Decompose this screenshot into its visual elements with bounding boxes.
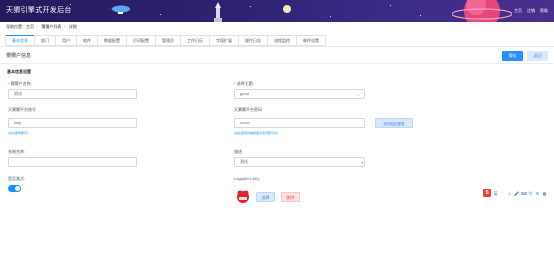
account-label: 天猬猬平台账号	[8, 107, 36, 112]
breadcrumb-separator: ›	[64, 24, 66, 29]
password-label: 天猬猬平台密码	[234, 107, 262, 112]
punctuation-icon[interactable]: ʼ	[500, 191, 505, 196]
test-login-button[interactable]: 测试验证登录	[375, 118, 413, 128]
settings-icon[interactable]: ⚙	[535, 191, 540, 196]
password-input[interactable]: •••••••	[234, 118, 365, 128]
tenant-name-label-text: 猬猬户名称:	[10, 81, 32, 86]
tab-department[interactable]: 部门	[34, 35, 55, 46]
breadcrumb-current: 详细	[68, 24, 77, 29]
system-name-label: 系统名称:	[8, 149, 26, 154]
enabled-label: 是否激活:	[8, 176, 26, 181]
tab-work-calendar[interactable]: 工作日历	[180, 35, 209, 46]
tab-field-extension[interactable]: 字段扩展	[209, 35, 238, 46]
description-label: 描述:	[234, 149, 244, 154]
ime-toolbar: S 英 ʼ ☺ 🎤 ⌨ 👕 ⚙ ▦	[483, 189, 547, 197]
breadcrumb-home[interactable]: 导航位置：主页	[6, 24, 34, 30]
tab-bar: 基本信息 部门 用户 软件 数据配置 打印配置 管理员 工作日历 字段扩展 操作…	[5, 35, 326, 46]
description-textarea[interactable]: 测试 ◢	[234, 157, 365, 167]
toolbox-icon[interactable]: ▦	[542, 191, 547, 196]
microphone-icon[interactable]: 🎤	[514, 191, 519, 196]
language-toggle-icon[interactable]: 英	[493, 191, 498, 196]
page-title: 猬猬户信息	[6, 53, 32, 59]
breadcrumb-tenant-list[interactable]: 猬猬户列表	[41, 24, 61, 30]
tower-icon	[214, 2, 222, 22]
account-input[interactable]: csty	[8, 118, 137, 128]
delete-logo-button[interactable]: 删除	[281, 192, 300, 202]
star-decoration	[330, 16, 331, 17]
description-value: 测试	[240, 159, 248, 164]
logo-image	[237, 190, 249, 203]
airship-icon	[110, 5, 130, 14]
top-nav-logout[interactable]: 注销	[527, 8, 535, 14]
enabled-toggle[interactable]	[8, 185, 21, 192]
chevron-down-icon: ⌄	[356, 92, 360, 97]
tab-mail-settings[interactable]: 邮件设置	[296, 35, 326, 46]
password-hint: (请在密码列编辑里实现天猬平台)	[234, 131, 278, 135]
keyboard-icon[interactable]: ⌨	[521, 191, 527, 196]
tab-data-config[interactable]: 数据配置	[97, 35, 126, 46]
account-hint: (关注账号即可)	[8, 131, 28, 135]
theme-label-text: 选择主题:	[236, 81, 254, 86]
resize-handle-icon[interactable]: ◢	[361, 158, 363, 166]
top-header: 天猬引擎式开发后台 主页 注销 帮助	[0, 0, 554, 22]
tab-basic-info[interactable]: 基本信息	[5, 35, 34, 46]
top-nav: 主页 注销 帮助	[514, 8, 548, 14]
tab-divider	[0, 46, 554, 47]
star-decoration	[250, 6, 251, 7]
theme-select[interactable]: good ⌄	[234, 89, 365, 99]
tab-users[interactable]: 用户	[55, 35, 76, 46]
sogou-logo-icon[interactable]: S	[483, 189, 491, 197]
save-button[interactable]: 保存	[502, 51, 523, 61]
top-nav-help[interactable]: 帮助	[540, 8, 548, 14]
planet-illustration	[452, 0, 512, 22]
divider	[0, 63, 554, 64]
section-title: 基本信息设置	[7, 69, 31, 74]
tab-admins[interactable]: 管理员	[155, 35, 180, 46]
tenant-name-input[interactable]: 测试	[8, 89, 137, 99]
emoji-icon[interactable]: ☺	[507, 191, 512, 196]
back-button[interactable]: 返回	[527, 51, 548, 61]
star-decoration	[420, 15, 421, 16]
theme-select-value: good	[240, 91, 249, 96]
system-name-input[interactable]	[8, 157, 137, 167]
star-decoration	[390, 5, 391, 6]
tab-flow-monitor[interactable]: 流程监控	[267, 35, 296, 46]
star-decoration	[160, 14, 161, 15]
logo-label: Logo(60 x 60):	[234, 176, 260, 181]
tenant-name-label: * 猬猬户名称:	[8, 81, 32, 87]
theme-label: * 选择主题:	[234, 81, 254, 87]
upload-logo-button[interactable]: 选择	[256, 192, 275, 202]
breadcrumb: 导航位置：主页 › 猬猬户列表 › 详细	[6, 24, 77, 30]
skin-icon[interactable]: 👕	[528, 191, 533, 196]
toggle-knob	[15, 186, 20, 191]
app-title: 天猬引擎式开发后台	[6, 7, 72, 14]
moon-icon	[283, 5, 291, 13]
tab-operation-log[interactable]: 操作日志	[238, 35, 267, 46]
tab-software[interactable]: 软件	[76, 35, 97, 46]
top-nav-home[interactable]: 主页	[514, 8, 522, 14]
tab-print-config[interactable]: 打印配置	[126, 35, 155, 46]
breadcrumb-separator: ›	[37, 24, 39, 29]
